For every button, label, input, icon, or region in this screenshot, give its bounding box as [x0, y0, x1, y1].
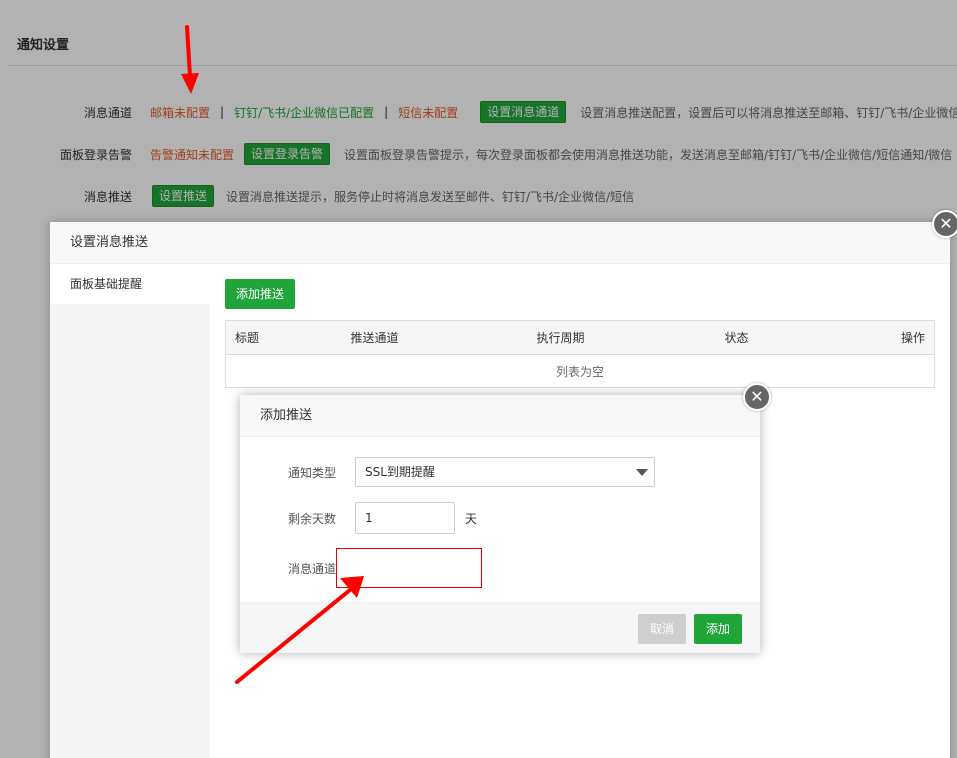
notify-type-label: 通知类型	[287, 465, 336, 480]
chevron-down-icon	[636, 469, 648, 476]
cancel-button[interactable]: 取消	[638, 614, 686, 644]
dialog-title: 添加推送	[240, 395, 760, 437]
close-icon[interactable]: ✕	[743, 383, 771, 411]
push-table: 标题 推送通道 执行周期 状态 操作 列表为空	[225, 320, 935, 388]
column-header: 标题	[225, 320, 342, 355]
days-input[interactable]: 1	[355, 502, 455, 534]
close-icon[interactable]: ✕	[932, 210, 957, 238]
empty-text: 列表为空	[555, 364, 604, 379]
dialog-footer: 取消 添加	[240, 602, 760, 653]
add-button[interactable]: 添加	[694, 614, 742, 644]
notify-type-select[interactable]: SSL到期提醒	[355, 457, 655, 487]
column-header: 操作	[865, 320, 935, 355]
channel-highlight-box	[336, 548, 482, 588]
table-row: 列表为空	[226, 355, 935, 388]
channel-label: 消息通道	[287, 561, 336, 576]
add-push-button[interactable]: 添加推送	[225, 279, 296, 309]
sidebar-item-panel-basic[interactable]: 面板基础提醒	[50, 264, 210, 304]
dialog-main: 添加推送 标题 推送通道 执行周期 状态 操作 列表为空	[225, 279, 935, 388]
days-unit: 天	[465, 511, 478, 526]
form-row-notify-type: 通知类型 SSL到期提醒	[240, 457, 655, 487]
table-header-row: 标题 推送通道 执行周期 状态 操作	[225, 320, 935, 355]
column-header: 执行周期	[527, 320, 716, 355]
add-push-dialog: 添加推送 通知类型 SSL到期提醒 剩余天数 1 天 消息通道 取消 添加	[240, 395, 760, 653]
column-header: 推送通道	[341, 320, 528, 355]
days-label: 剩余天数	[287, 511, 336, 526]
form-row-channel: 消息通道	[240, 548, 482, 588]
form-row-days: 剩余天数 1 天	[240, 502, 477, 534]
column-header: 状态	[715, 320, 866, 355]
dialog-title: 设置消息推送	[50, 222, 950, 264]
dialog-sidebar: 面板基础提醒	[50, 264, 210, 758]
notify-type-value: SSL到期提醒	[365, 465, 435, 479]
